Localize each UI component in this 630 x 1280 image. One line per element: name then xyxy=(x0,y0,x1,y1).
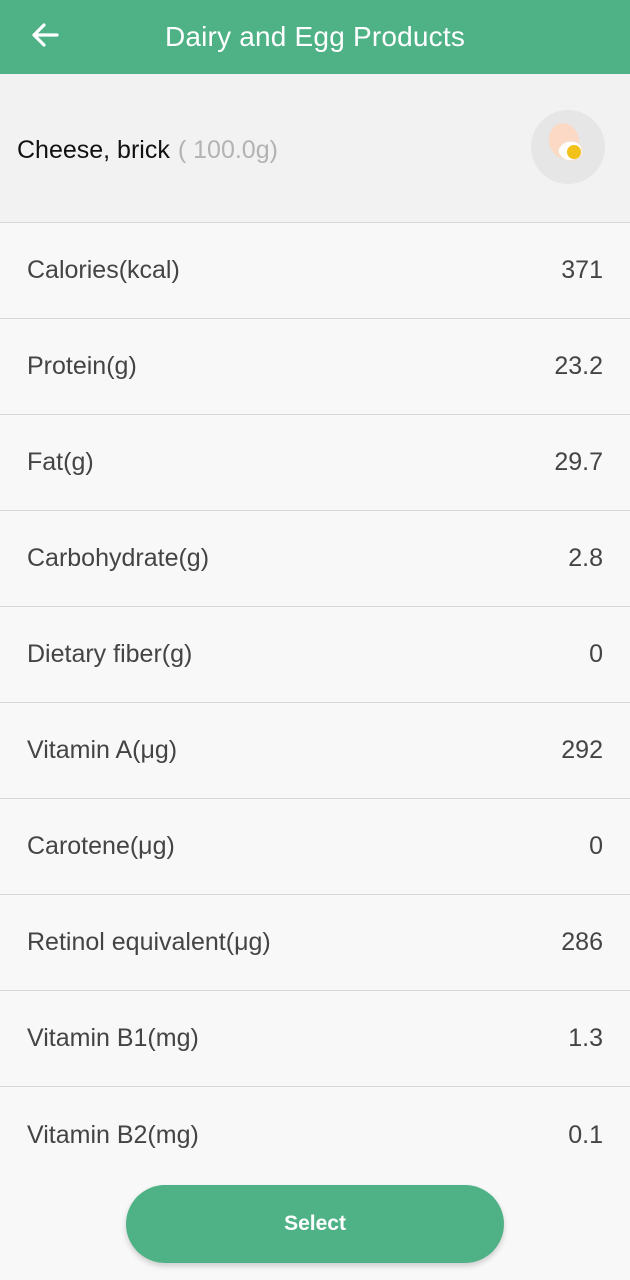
nutrient-value: 1.3 xyxy=(568,1024,603,1052)
nutrient-row-protein: Protein(g) 23.2 xyxy=(0,319,630,415)
nutrient-label: Calories(kcal) xyxy=(27,256,180,284)
nutrient-value: 371 xyxy=(561,256,603,284)
nutrient-value: 2.8 xyxy=(568,544,603,572)
nutrient-label: Carbohydrate(g) xyxy=(27,544,210,572)
nutrient-row-retinol-equivalent: Retinol equivalent(μg) 286 xyxy=(0,895,630,991)
nutrient-value: 0 xyxy=(589,832,603,860)
nutrient-label: Protein(g) xyxy=(27,352,137,380)
nutrient-row-carotene: Carotene(μg) 0 xyxy=(0,799,630,895)
nutrient-label: Dietary fiber(g) xyxy=(27,640,193,668)
nutrient-label: Retinol equivalent(μg) xyxy=(27,928,271,956)
food-title: Cheese, brick( 100.0g) xyxy=(17,132,278,168)
food-weight: ( 100.0g) xyxy=(177,136,278,164)
arrow-left-icon xyxy=(30,20,60,55)
nutrient-label: Vitamin A(μg) xyxy=(27,736,178,764)
nutrient-label: Vitamin B2(mg) xyxy=(27,1120,199,1149)
nutrient-label: Vitamin B1(mg) xyxy=(27,1024,199,1052)
nutrient-row-carbohydrate: Carbohydrate(g) 2.8 xyxy=(0,511,630,607)
nutrient-row-dietary-fiber: Dietary fiber(g) 0 xyxy=(0,607,630,703)
nutrient-row-calories: Calories(kcal) 371 xyxy=(0,223,630,319)
nutrient-label: Carotene(μg) xyxy=(27,832,175,860)
nutrient-list: Calories(kcal) 371 Protein(g) 23.2 Fat(g… xyxy=(0,223,630,1183)
nutrient-row-vitamin-b1: Vitamin B1(mg) 1.3 xyxy=(0,991,630,1087)
nutrient-value: 286 xyxy=(561,928,603,956)
back-button[interactable] xyxy=(22,14,68,60)
nutrient-value: 0 xyxy=(589,640,603,668)
nutrient-row-fat: Fat(g) 29.7 xyxy=(0,415,630,511)
nutrient-value: 0.1 xyxy=(568,1120,603,1149)
app-bar: Dairy and Egg Products xyxy=(0,0,630,74)
nutrient-value: 292 xyxy=(561,736,603,764)
food-header: Cheese, brick( 100.0g) xyxy=(0,74,630,223)
food-name: Cheese, brick xyxy=(17,136,170,164)
nutrient-value: 23.2 xyxy=(554,352,603,380)
food-image xyxy=(531,110,605,184)
nutrient-row-vitamin-a: Vitamin A(μg) 292 xyxy=(0,703,630,799)
nutrient-label: Fat(g) xyxy=(27,448,94,476)
select-button[interactable]: Select xyxy=(126,1185,504,1263)
egg-icon xyxy=(540,117,596,178)
nutrient-value: 29.7 xyxy=(554,448,603,476)
nutrient-row-vitamin-b2: Vitamin B2(mg) 0.1 xyxy=(0,1087,630,1183)
page-title: Dairy and Egg Products xyxy=(164,21,466,52)
